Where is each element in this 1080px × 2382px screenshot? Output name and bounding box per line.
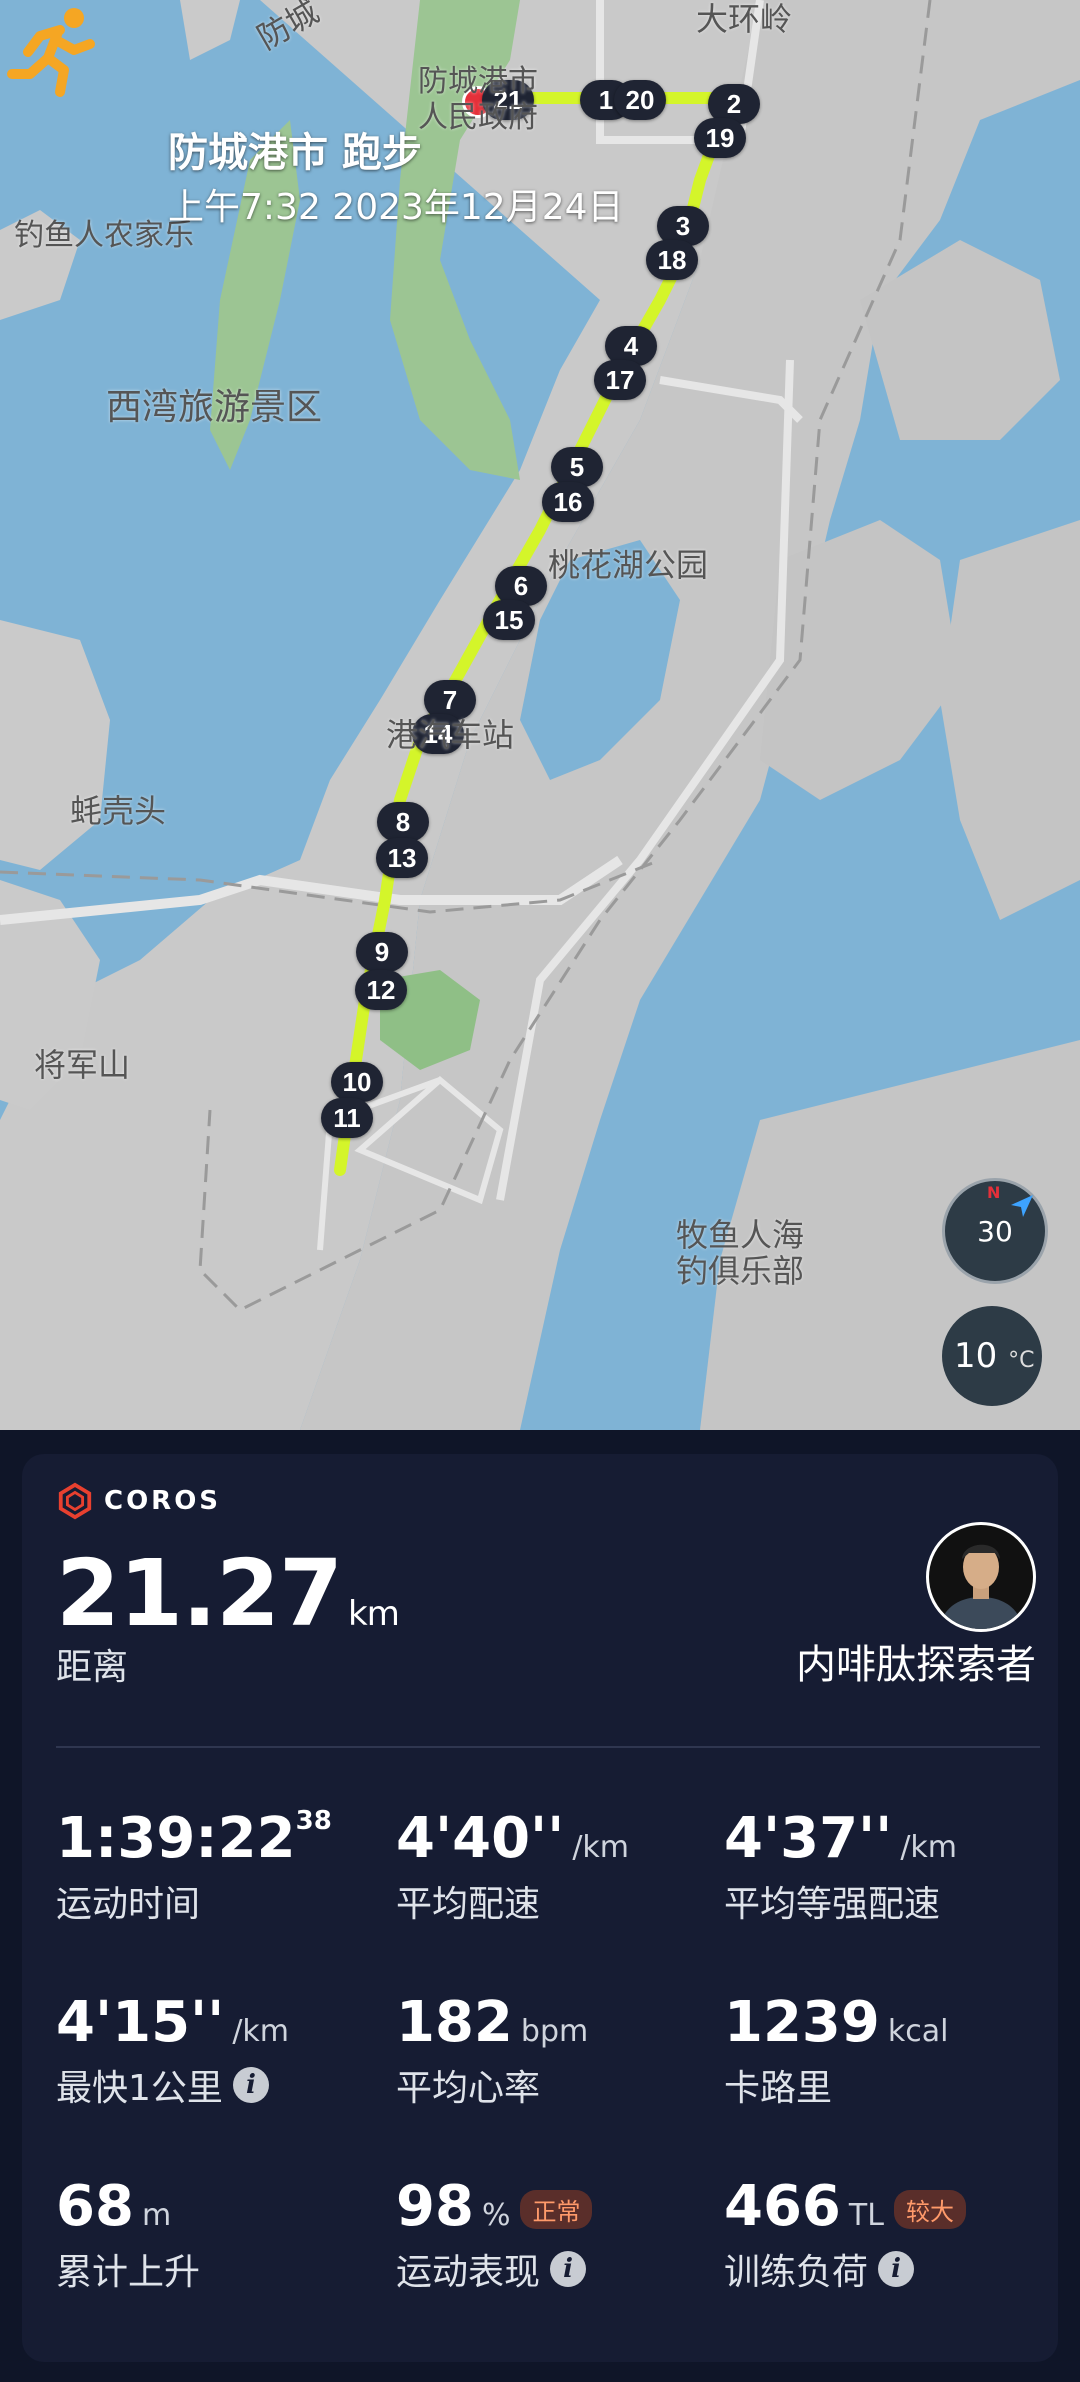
stat-avg-heart-rate: 182 bpm 平均心率 [396,1990,588,2111]
stat-performance: 98% 正常 运动表现 i [396,2174,593,2295]
distance-value: 21.27 [56,1540,343,1647]
activity-datetime: 上午7:32 2023年12月24日 [168,187,624,228]
stat-avg-pace: 4'40''/km 平均配速 [396,1806,629,1927]
distance-unit: km [348,1594,400,1634]
stat-grade-adjusted-pace: 4'37''/km 平均等强配速 [724,1806,957,1927]
temperature-value: 10 [954,1336,998,1376]
divider [56,1746,1040,1748]
info-icon[interactable]: i [232,2067,269,2103]
map-label: 人民政府 [418,100,538,135]
map-label: 钓俱乐部 [676,1252,805,1290]
avg-pace-value: 4'40'' [396,1806,565,1871]
stat-fastest-km: 4'15''/km 最快1公里 i [56,1990,289,2111]
avg-pace-unit: /km [572,1830,630,1865]
map-label: 将军山 [34,1046,131,1084]
stat-duration: 1:39:2238 运动时间 [56,1806,332,1927]
temperature-unit: °C [1008,1348,1035,1373]
avatar-image [929,1525,1033,1629]
map-label: 桃花湖公园 [548,546,709,584]
training-load-value: 466 [724,2174,841,2239]
gap-value: 4'37'' [724,1806,893,1871]
heart-rate-value: 182 [396,1990,513,2055]
duration-value: 1:39:22 [56,1806,296,1871]
map-label: 大环岭 [696,0,793,38]
performance-label: 运动表现 [396,2252,541,2293]
info-icon[interactable]: i [550,2251,587,2287]
info-icon[interactable]: i [878,2251,915,2287]
coros-brand: COROS [56,1482,221,1520]
route-map[interactable]: 1 2 3 4 5 6 7 8 9 10 11 12 13 14 15 16 17 18 19 20 21 防城 大环岭… [0,0,1080,1430]
map-label: 钓鱼人农家乐 [14,218,194,253]
km-marker-9[interactable]: 9 [356,932,408,972]
fastest-km-label: 最快1公里 [56,2068,223,2109]
map-label: 蚝壳头 [70,792,167,830]
performance-unit: % [481,2198,511,2233]
stat-training-load: 466 TL 较大 训练负荷 i [724,2174,966,2295]
calories-unit: kcal [887,2014,949,2049]
stat-elevation-gain: 68 m 累计上升 [56,2174,200,2295]
stat-calories: 1239 kcal 卡路里 [724,1990,948,2111]
training-load-status-badge: 较大 [893,2190,966,2230]
username: 内啡肽探索者 [796,1642,1036,1688]
km-marker-8[interactable]: 8 [377,802,429,842]
elevation-value: 68 [56,2174,134,2239]
compass-button[interactable]: N 30 [942,1178,1048,1284]
temperature-badge: 10 °C [942,1306,1042,1406]
activity-title: 防城港市 跑步 [168,130,422,176]
compass-north-label: N [987,1183,1001,1202]
km-marker-18[interactable]: 18 [646,240,698,280]
km-marker-17[interactable]: 17 [594,360,646,400]
km-marker-11[interactable]: 11 [321,1098,373,1138]
fastest-km-value: 4'15'' [56,1990,225,2055]
training-load-label: 训练负荷 [724,2252,869,2293]
map-label: 西湾旅游景区 [106,387,323,428]
coros-logo-icon [58,1482,92,1520]
gap-label: 平均等强配速 [724,1884,941,1925]
km-marker-20[interactable]: 20 [614,80,666,120]
performance-value: 98 [396,2174,474,2239]
calories-value: 1239 [724,1990,880,2055]
heart-rate-unit: bpm [520,2014,589,2049]
distance-label: 距离 [56,1647,129,1688]
km-marker-16[interactable]: 16 [542,482,594,522]
user-avatar[interactable] [926,1522,1036,1632]
training-load-unit: TL [848,2198,884,2233]
calories-label: 卡路里 [724,2068,833,2109]
brand-name: COROS [104,1486,222,1516]
elevation-unit: m [141,2198,172,2233]
km-marker-10[interactable]: 10 [331,1062,383,1102]
gap-unit: /km [900,1830,958,1865]
km-marker-13[interactable]: 13 [376,838,428,878]
performance-status-badge: 正常 [520,2190,593,2230]
km-marker-19[interactable]: 19 [694,118,746,158]
km-marker-15[interactable]: 15 [483,600,535,640]
avg-pace-label: 平均配速 [396,1884,541,1925]
running-icon [7,8,95,97]
duration-hundredths: 38 [295,1806,332,1836]
compass-value: 30 [977,1215,1013,1248]
elevation-label: 累计上升 [56,2252,201,2293]
km-marker-5[interactable]: 5 [551,447,603,487]
distance-value-row: 21.27 km [56,1540,400,1647]
heart-rate-label: 平均心率 [396,2068,541,2109]
fastest-km-unit: /km [232,2014,290,2049]
activity-summary-card: COROS 21.27 km 距离 内啡肽探索者 1:39:2238 运动时间 4… [22,1454,1058,2362]
map-label: 港汽车站 [386,716,515,754]
km-marker-12[interactable]: 12 [355,970,407,1010]
duration-label: 运动时间 [56,1884,201,1925]
